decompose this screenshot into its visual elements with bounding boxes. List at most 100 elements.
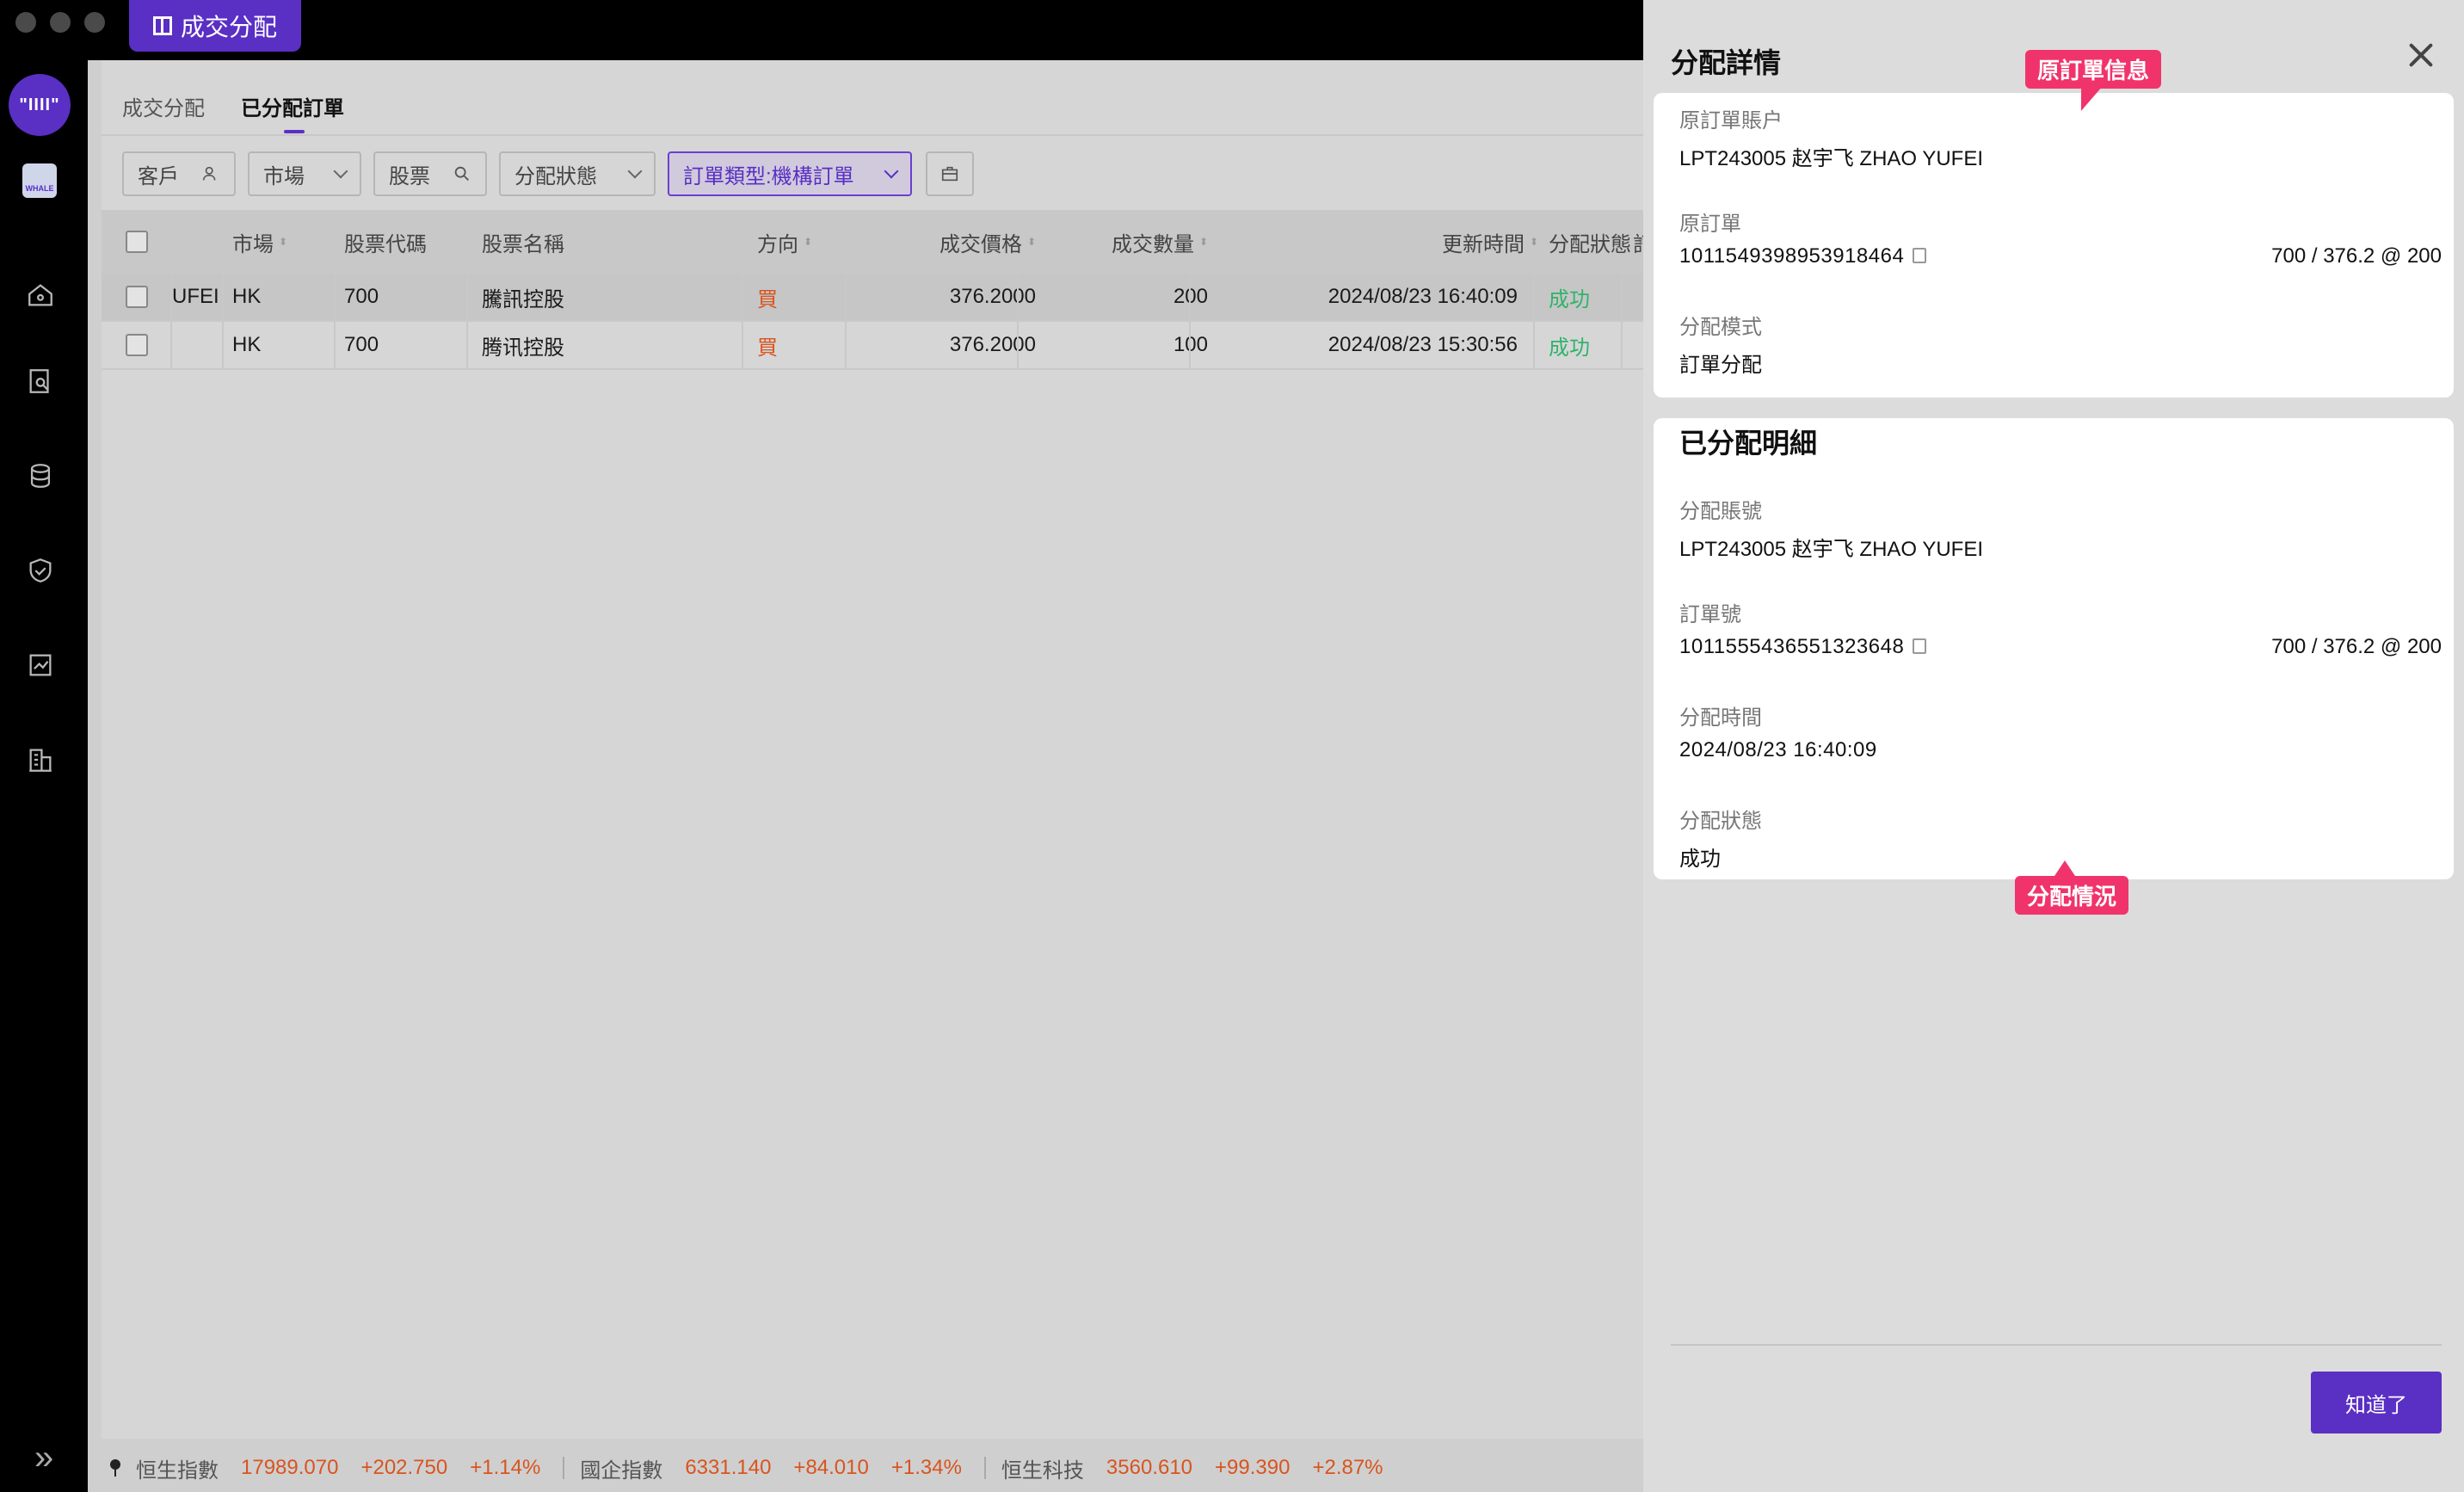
allocation-time-value: 2024/08/23 16:40:09 [1679,738,1877,761]
briefcase-button[interactable] [926,151,974,196]
order-search-icon[interactable] [26,367,55,396]
ticker-name[interactable]: 恒生科技 [1001,1453,1084,1483]
home-icon[interactable] [26,281,55,310]
app-tab[interactable]: 成交分配 [129,0,301,52]
header-price[interactable]: 成交價格 ⬍ [876,210,1036,274]
ticker-change: +202.750 [360,1456,448,1479]
original-order-row: 1011549398953918464 [1679,244,1927,268]
close-window-button[interactable] [15,12,36,33]
original-order-value: 1011549398953918464 [1679,244,1905,268]
column-divider [845,274,847,320]
client-filter-label: 客戶 [138,164,179,188]
sort-icon: ⬍ [1199,236,1209,248]
column-divider [1189,322,1191,368]
close-icon[interactable] [2405,40,2436,71]
ticker-price: 3560.610 [1106,1456,1193,1479]
allocation-status-value: 成功 [1679,848,1721,871]
client-filter[interactable]: 客戶 [122,151,236,196]
column-divider [466,274,468,320]
stock-filter-label: 股票 [389,164,430,188]
ticker-change: +99.390 [1215,1456,1291,1479]
allocated-account-label: 分配賬號 [1679,500,1762,523]
drawer-footer-divider [1671,1344,2442,1346]
maximize-window-button[interactable] [84,12,105,33]
allocation-section-title: 已分配明細 [1679,428,1818,459]
copy-icon[interactable] [1913,638,1927,654]
cell-price: 376.2000 [949,333,1036,356]
report-icon[interactable] [26,650,55,680]
tab-divider [102,134,1643,136]
column-divider [1017,322,1019,368]
row-checkbox[interactable] [126,286,148,308]
header-time[interactable]: 更新時間 ⬍ [1220,210,1538,274]
column-divider [1621,274,1623,320]
column-divider [1533,274,1535,320]
original-order-detail: 700 / 376.2 @ 200 [2271,244,2442,268]
allocation-status-label: 分配狀態 [1679,810,1762,833]
cell-status: 成功 [1549,336,1590,360]
database-icon[interactable] [26,461,55,490]
row-select-cell [126,274,148,320]
table-row[interactable]: UFEI HK 700 騰訊控股 買 376.2000 200 2024/08/… [102,274,1643,322]
panel-icon [152,16,172,35]
column-divider [845,322,847,368]
shield-icon[interactable] [26,556,55,585]
column-divider [1533,322,1535,368]
cell-price: 376.2000 [949,285,1036,308]
callout-allocation-status: 分配情況 [2015,860,2129,915]
cell-time: 2024/08/23 15:30:56 [1327,333,1518,356]
original-account-value: LPT243005 赵宇飞 ZHAO YUFEI [1679,147,1984,170]
logo[interactable]: "ΙΙΙΙ" [9,74,71,136]
header-qty[interactable]: 成交數量 ⬍ [1048,210,1208,274]
ticker-name[interactable]: 恒生指數 [136,1453,219,1483]
header-status[interactable]: 分配狀態 ⬍ [1549,210,1645,274]
ticker-name[interactable]: 國企指數 [580,1453,662,1483]
table-header: 市場 ⬍ 股票代碼 股票名稱 方向 ⬍ 成交價格 ⬍ 成交數量 ⬍ 更新時間 ⬍ 分配狀態… [102,210,1654,274]
cell-market: HK [232,333,262,356]
chevron-down-icon [627,163,643,179]
ticker-pct: +1.34% [890,1456,962,1479]
header-market-label: 市場 [232,232,274,256]
order-type-filter[interactable]: 訂單類型:機構訂單 [668,151,912,196]
tab-allocated-orders[interactable]: 已分配訂單 [241,91,344,133]
minimize-window-button[interactable] [50,12,71,33]
header-status-label: 分配狀態 [1549,232,1631,256]
mode-label: 分配模式 [1679,316,1762,339]
pin-icon[interactable] [110,1459,120,1477]
sort-icon: ⬍ [279,236,288,248]
column-divider [466,322,468,368]
tab-trade-allocation[interactable]: 成交分配 [122,91,205,121]
select-all-cell [126,210,148,274]
cell-code: 700 [344,333,379,356]
status-filter[interactable]: 分配狀態 [499,151,656,196]
allocated-order-label: 訂單號 [1679,603,1741,626]
cell-name: 腾讯控股 [482,336,564,360]
sort-icon: ⬍ [1530,236,1539,248]
allocated-account-value: LPT243005 赵宇飞 ZHAO YUFEI [1679,538,1984,561]
header-side[interactable]: 方向 ⬍ [757,210,812,274]
stock-filter[interactable]: 股票 [373,151,487,196]
building-icon[interactable] [26,745,55,774]
got-it-button[interactable]: 知道了 [2311,1372,2442,1433]
whale-logo[interactable]: WHALE [22,163,57,198]
select-all-checkbox[interactable] [126,231,148,253]
expand-sidebar-icon[interactable]: » [34,1440,53,1475]
header-time-label: 更新時間 [1442,232,1525,256]
original-account-label: 原訂單賬户 [1679,109,1783,133]
header-name: 股票名稱 [482,210,564,274]
copy-icon[interactable] [1913,247,1927,263]
orders-table: 市場 ⬍ 股票代碼 股票名稱 方向 ⬍ 成交價格 ⬍ 成交數量 ⬍ 更新時間 ⬍ 分配狀態… [102,210,1654,370]
allocation-detail-card: 已分配明細 分配賬號 LPT243005 赵宇飞 ZHAO YUFEI 訂單號 … [1654,418,2454,879]
row-checkbox[interactable] [126,334,148,356]
column-divider [222,322,224,368]
ticker-divider [983,1457,986,1479]
sort-icon: ⬍ [804,236,813,248]
original-order-card: 原訂單賬户 LPT243005 赵宇飞 ZHAO YUFEI 原訂單 10115… [1654,93,2454,398]
ticker-change: +84.010 [793,1456,869,1479]
user-icon [202,166,216,181]
table-row[interactable]: HK 700 腾讯控股 買 376.2000 100 2024/08/23 15… [102,322,1643,370]
cell-time: 2024/08/23 16:40:09 [1327,285,1518,308]
header-market[interactable]: 市場 ⬍ [232,210,287,274]
cell-name: 騰訊控股 [482,287,564,311]
market-filter[interactable]: 市場 [248,151,361,196]
